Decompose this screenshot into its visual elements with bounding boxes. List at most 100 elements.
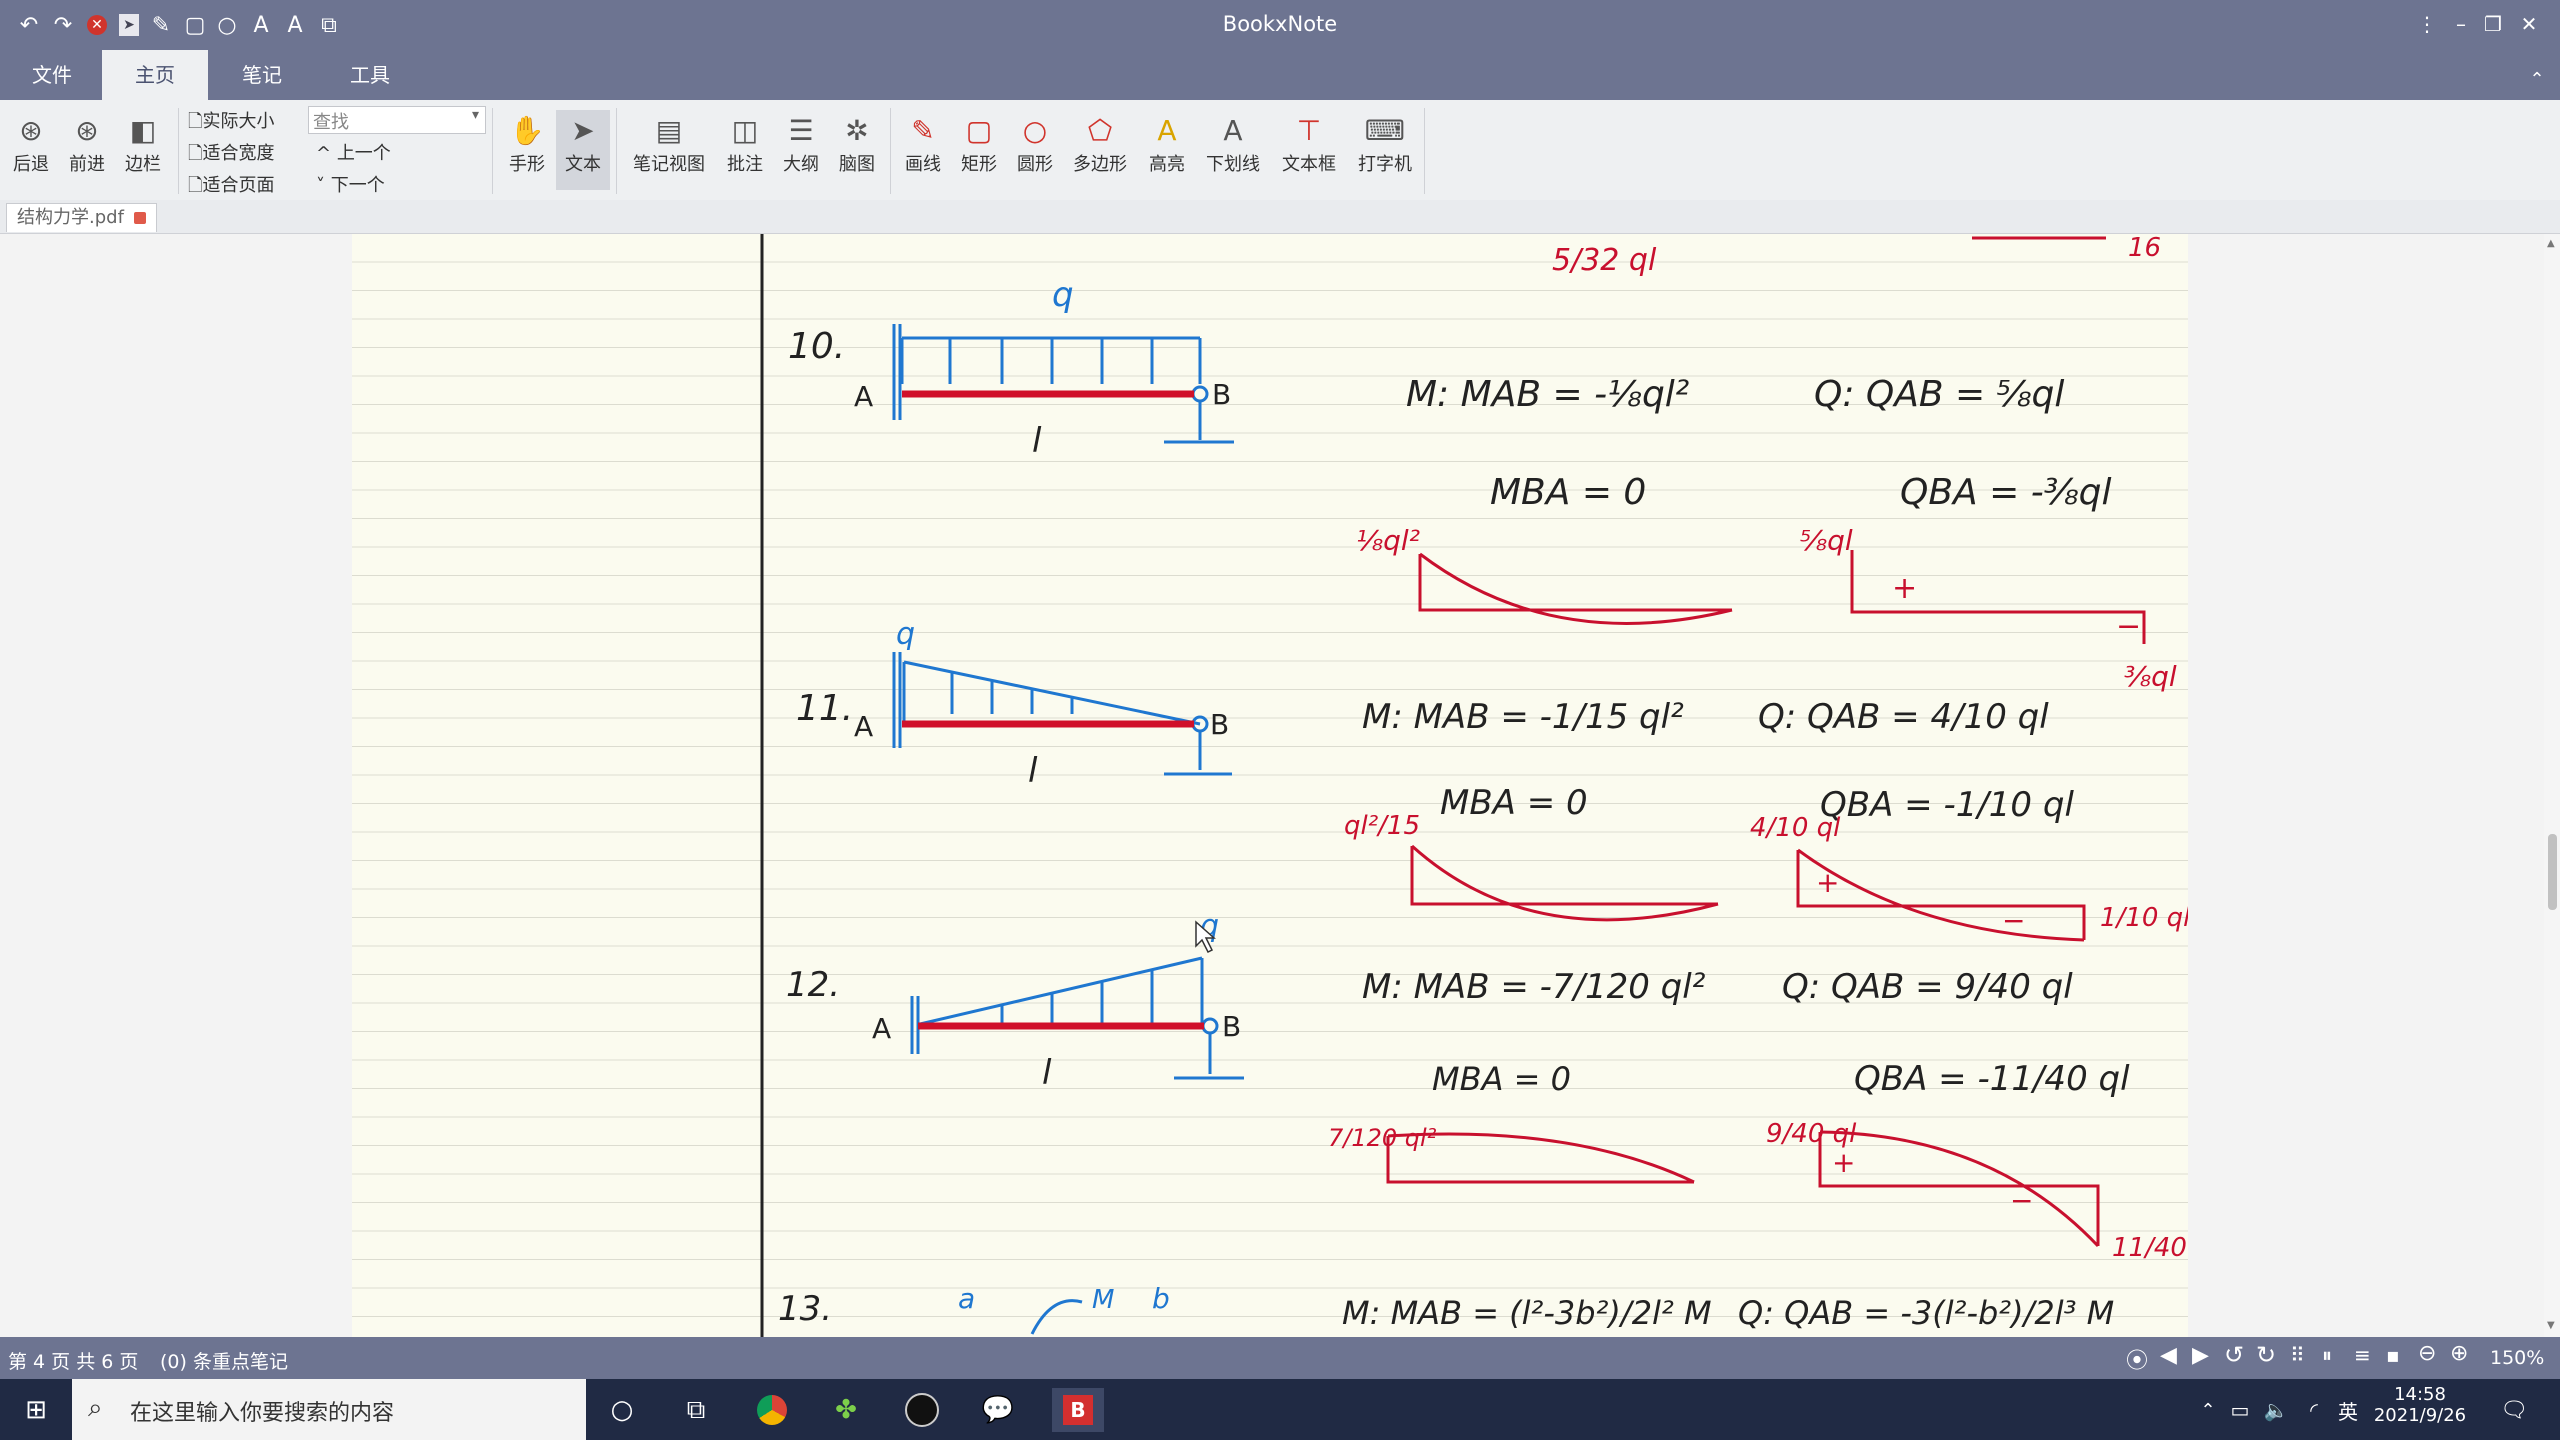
rotate-left-icon[interactable]: ↺: [2224, 1341, 2244, 1369]
highlight-button[interactable]: A 高亮: [1140, 110, 1194, 190]
ribbon-separator: [178, 108, 179, 194]
sidebar-button[interactable]: ◧ 边栏: [116, 110, 170, 190]
single-page-icon[interactable]: ▪: [2386, 1343, 2400, 1367]
status-bar: 第 4 页 共 6 页 (0) 条重点笔记 ⦿ ◀ ▶ ↺ ↻ ⠿ ⏸ ≡ ▪ …: [0, 1337, 2560, 1379]
rectangle-button[interactable]: ▢ 矩形: [952, 110, 1006, 190]
page-icon: 🗋: [188, 143, 203, 164]
menu-icon[interactable]: ⋮: [2410, 6, 2444, 42]
load-label: q: [1052, 275, 1074, 315]
grid-view-icon[interactable]: ⠿: [2290, 1343, 2305, 1367]
tab-file[interactable]: 文件: [18, 50, 86, 100]
clover-app-icon[interactable]: ✤: [826, 1392, 866, 1428]
two-page-icon[interactable]: ⏸: [2322, 1343, 2332, 1367]
zoom-in-icon[interactable]: ⊕: [2450, 1341, 2468, 1366]
sign-minus: −: [2116, 609, 2141, 644]
support-label-a: A: [872, 1012, 891, 1045]
actual-size-button[interactable]: 🗋实际大小: [188, 107, 274, 139]
fit-page-button[interactable]: 🗋适合页面: [188, 171, 274, 203]
tab-home[interactable]: 主页: [102, 50, 208, 100]
notification-icon[interactable]: 🗨: [2494, 1392, 2534, 1428]
collapse-ribbon-icon[interactable]: ⌃: [2520, 62, 2554, 98]
select-icon[interactable]: ➤: [114, 10, 144, 40]
scroll-down-icon[interactable]: ▼: [2547, 1320, 2555, 1331]
rect-icon[interactable]: ▢: [180, 10, 210, 40]
scrollbar-thumb[interactable]: [2548, 834, 2557, 910]
tab-notes[interactable]: 笔记: [226, 50, 298, 100]
notes-info: (0) 条重点笔记: [160, 1351, 288, 1373]
obs-icon[interactable]: [902, 1392, 942, 1428]
support-label-b: B: [1222, 1010, 1241, 1043]
circle-icon[interactable]: ○: [212, 10, 242, 40]
ribbon-separator: [616, 108, 617, 194]
underline-icon: A: [1223, 113, 1243, 147]
continuous-icon[interactable]: ≡: [2354, 1343, 2371, 1367]
chevron-down-icon: ˅: [316, 175, 331, 196]
typewriter-button[interactable]: ⌨ 打字机: [1350, 110, 1420, 190]
dimension-label: a: [958, 1282, 975, 1315]
annotate-button[interactable]: ◫ 批注: [718, 110, 772, 190]
rotate-right-icon[interactable]: ↻: [2256, 1341, 2276, 1369]
minimize-button[interactable]: –: [2444, 6, 2478, 42]
search-next-button[interactable]: ˅ 下一个: [316, 171, 385, 197]
task-view-icon[interactable]: ⧉: [676, 1392, 716, 1428]
outline-button[interactable]: ☰ 大纲: [774, 110, 828, 190]
shear-label: 11/40 ql: [2112, 1233, 2188, 1263]
polygon-button[interactable]: ⬠ 多边形: [1064, 110, 1136, 190]
hand-tool-button[interactable]: ✋ 手形: [500, 110, 554, 190]
close-red-icon[interactable]: ✕: [82, 10, 112, 40]
pen-icon[interactable]: ✎: [146, 10, 176, 40]
chrome-icon[interactable]: [752, 1392, 792, 1428]
dropdown-icon: ▾: [471, 107, 479, 123]
shear-formula: Q: QAB = 4/10 ql: [1758, 697, 2049, 737]
annotate-icon: ◫: [731, 113, 759, 147]
cortana-icon[interactable]: ○: [602, 1392, 642, 1428]
rectangle-icon: ▢: [965, 113, 993, 147]
forward-button[interactable]: ⊛ 前进: [60, 110, 114, 190]
scroll-up-icon[interactable]: ▲: [2547, 238, 2555, 249]
shear-formula: QBA = -11/40 ql: [1854, 1059, 2130, 1099]
search-prev-button[interactable]: ^ 上一个: [316, 139, 391, 165]
support-label-b: B: [1210, 708, 1229, 741]
record-icon[interactable]: ⦿: [2126, 1343, 2148, 1375]
undo-icon[interactable]: ↶: [14, 10, 44, 40]
redo-icon[interactable]: ↷: [48, 10, 78, 40]
tab-tools[interactable]: 工具: [334, 50, 406, 100]
taskbar-clock[interactable]: 14:58 2021/9/26: [2360, 1384, 2480, 1426]
zoom-out-icon[interactable]: ⊖: [2418, 1341, 2436, 1366]
fit-width-button[interactable]: 🗋适合宽度: [188, 139, 274, 171]
close-tab-icon[interactable]: [133, 212, 146, 224]
textbox-button[interactable]: ⊤ 文本框: [1274, 110, 1344, 190]
underline-button[interactable]: A 下划线: [1198, 110, 1268, 190]
moment-formula: MBA = 0: [1440, 783, 1588, 823]
bookxnote-taskbar-icon[interactable]: B: [1052, 1388, 1104, 1432]
shape-icon[interactable]: ⧉: [314, 10, 344, 40]
text-tool-button[interactable]: ➤ 文本: [556, 110, 610, 190]
text-icon[interactable]: A: [246, 10, 276, 40]
tray-volume-icon[interactable]: 🔈: [2256, 1392, 2296, 1428]
mindmap-button[interactable]: ✲ 脑图: [830, 110, 884, 190]
search-input[interactable]: 查找 ▾: [308, 106, 486, 134]
tray-battery-icon[interactable]: ▭: [2220, 1392, 2260, 1428]
circle-button[interactable]: ○ 圆形: [1008, 110, 1062, 190]
wechat-icon[interactable]: 💬: [978, 1392, 1018, 1428]
windows-start-icon[interactable]: ⊞: [16, 1392, 56, 1428]
back-button[interactable]: ⊛ 后退: [4, 110, 58, 190]
restore-button[interactable]: ❐: [2476, 6, 2510, 42]
vertical-scrollbar[interactable]: ▲ ▼: [2544, 234, 2560, 1337]
document-tab[interactable]: 结构力学.pdf: [6, 203, 157, 232]
next-page-icon[interactable]: ▶: [2192, 1343, 2209, 1368]
moment-formula: MBA = 0: [1432, 1060, 1571, 1098]
draw-line-button[interactable]: ✎ 画线: [896, 110, 950, 190]
zoom-level[interactable]: 150%: [2490, 1347, 2544, 1369]
close-button[interactable]: ✕: [2512, 6, 2546, 42]
font-color-icon[interactable]: A: [280, 10, 310, 40]
page-info: 第 4 页 共 6 页: [8, 1351, 139, 1373]
prev-page-icon[interactable]: ◀: [2160, 1343, 2177, 1368]
moment-formula: MBA = 0: [1490, 472, 1646, 513]
document-tabs-bar: [0, 200, 2560, 234]
typewriter-icon: ⌨: [1364, 113, 1406, 147]
circle-icon: ○: [1022, 113, 1048, 147]
note-view-button[interactable]: ▤ 笔记视图: [624, 110, 714, 190]
taskbar-search-input[interactable]: ⌕ 在这里输入你要搜索的内容: [72, 1379, 586, 1440]
draw-line-icon: ✎: [911, 113, 935, 147]
